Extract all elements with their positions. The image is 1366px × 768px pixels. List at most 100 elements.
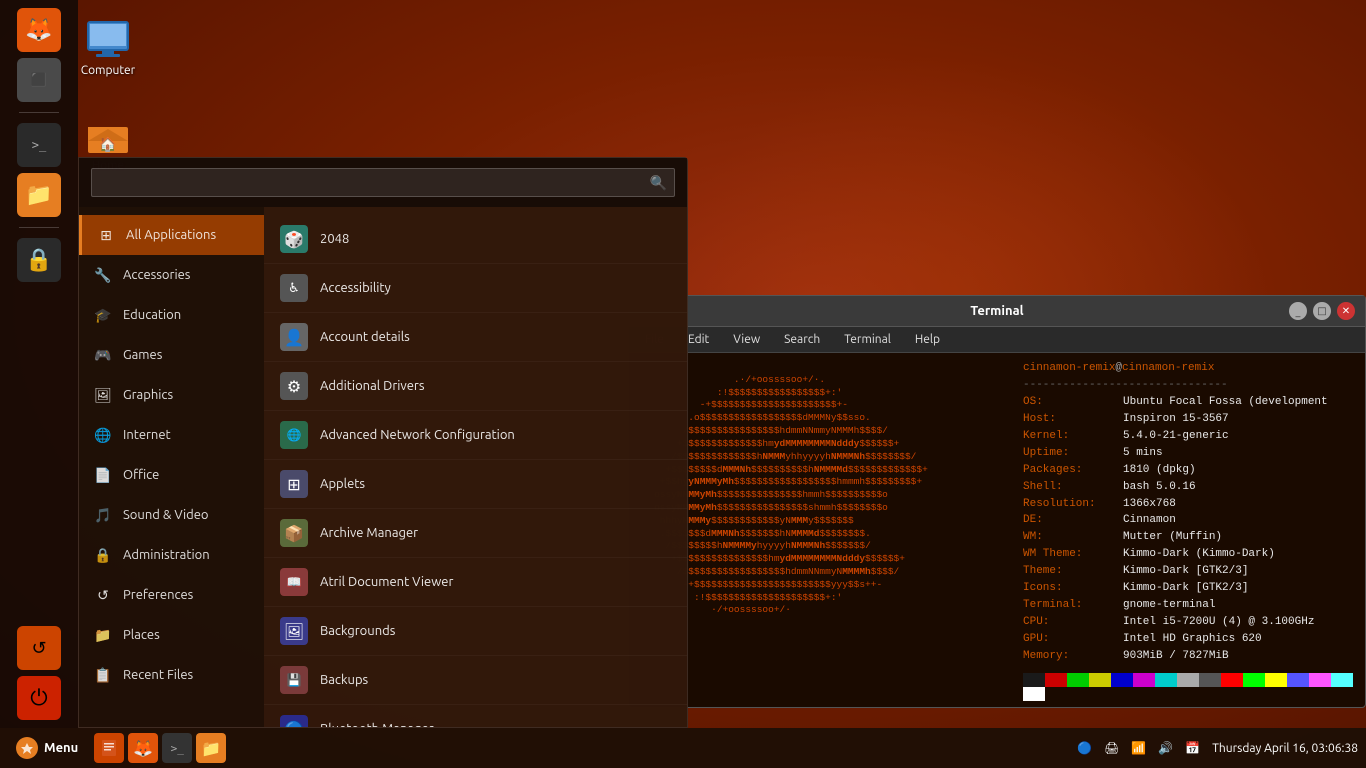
dock-files[interactable]: 📁 xyxy=(17,173,61,217)
color-bar xyxy=(1023,673,1357,701)
terminal-menu-terminal[interactable]: Terminal xyxy=(840,331,895,348)
app-label-advanced-network: Advanced Network Configuration xyxy=(320,428,515,442)
info-uptime-value: 5 mins xyxy=(1123,446,1163,462)
search-wrapper: 🔍 xyxy=(91,168,675,197)
info-host-value: Inspiron 15-3567 xyxy=(1123,412,1229,428)
app-item-applets[interactable]: ⊞ Applets xyxy=(264,460,687,509)
games-icon: 🎮 xyxy=(93,345,113,365)
places-icon: 📁 xyxy=(93,625,113,645)
app-label-bluetooth: Bluetooth Manager xyxy=(320,722,434,727)
app-item-archive-manager[interactable]: 📦 Archive Manager xyxy=(264,509,687,558)
dock-power[interactable]: ⏻ xyxy=(17,676,61,720)
app-icon-accessibility: ♿ xyxy=(280,274,308,302)
category-office-label: Office xyxy=(123,468,159,482)
category-games[interactable]: 🎮 Games xyxy=(79,335,264,375)
category-education-label: Education xyxy=(123,308,181,322)
dock-terminal[interactable]: >_ xyxy=(17,123,61,167)
computer-icon-image xyxy=(84,20,132,60)
wifi-icon: 📶 xyxy=(1131,741,1146,755)
terminal-menu-search[interactable]: Search xyxy=(780,331,824,348)
app-label-accessibility: Accessibility xyxy=(320,281,391,295)
taskbar-app-files[interactable]: 📁 xyxy=(196,733,226,763)
terminal-maximize-button[interactable]: □ xyxy=(1313,302,1331,320)
taskbar-apps: 🦊 >_ 📁 xyxy=(94,733,226,763)
category-office[interactable]: 📄 Office xyxy=(79,455,264,495)
category-sound-video[interactable]: 🎵 Sound & Video xyxy=(79,495,264,535)
dock-update[interactable]: ↺ xyxy=(17,626,61,670)
taskbar-menu-button[interactable]: Menu xyxy=(8,733,86,763)
app-item-2048[interactable]: 🎲 2048 xyxy=(264,215,687,264)
app-label-archive-manager: Archive Manager xyxy=(320,526,418,540)
app-item-backgrounds[interactable]: 🖼 Backgrounds xyxy=(264,607,687,656)
app-label-additional-drivers: Additional Drivers xyxy=(320,379,424,393)
info-os-key: OS: xyxy=(1023,395,1123,411)
info-cpu-value: Intel i5-7200U (4) @ 3.100GHz xyxy=(1123,615,1314,631)
category-accessories-label: Accessories xyxy=(123,268,190,282)
terminal-menubar: File Edit View Search Terminal Help xyxy=(629,327,1365,353)
dock-lock[interactable]: 🔒 xyxy=(17,238,61,282)
terminal-menu-help[interactable]: Help xyxy=(911,331,944,348)
category-preferences[interactable]: ↺ Preferences xyxy=(79,575,264,615)
preferences-icon: ↺ xyxy=(93,585,113,605)
terminal-menu-view[interactable]: View xyxy=(729,331,764,348)
taskbar-app-firefox[interactable]: 🦊 xyxy=(128,733,158,763)
info-wm-key: WM: xyxy=(1023,530,1123,546)
recent-files-icon: 📋 xyxy=(93,665,113,685)
taskbar-right: 🔵 🖨 📶 🔊 📅 Thursday April 16, 03:06:38 xyxy=(1077,741,1358,755)
dock-divider-2 xyxy=(19,227,59,228)
terminal-minimize-button[interactable]: _ xyxy=(1289,302,1307,320)
app-item-bluetooth[interactable]: 🔵 Bluetooth Manager xyxy=(264,705,687,727)
category-all[interactable]: ⊞ All Applications xyxy=(79,215,264,255)
menu-search-input[interactable] xyxy=(91,168,675,197)
terminal-content: .·/+oossssoo+/·. :!$$$$$$$$$$$$$$$$$+:' … xyxy=(629,353,1365,707)
info-terminal-value: gnome-terminal xyxy=(1123,598,1215,614)
svg-text:🏠: 🏠 xyxy=(99,136,116,153)
info-uptime-key: Uptime: xyxy=(1023,446,1123,462)
education-icon: 🎓 xyxy=(93,305,113,325)
app-item-additional-drivers[interactable]: ⚙ Additional Drivers xyxy=(264,362,687,411)
category-recent-files[interactable]: 📋 Recent Files xyxy=(79,655,264,695)
menu-categories: ⊞ All Applications 🔧 Accessories 🎓 Educa… xyxy=(79,207,264,727)
info-wm-theme-value: Kimmo-Dark (Kimmo-Dark) xyxy=(1123,547,1275,563)
color-swatch-1 xyxy=(1045,673,1067,687)
terminal-menu-edit[interactable]: Edit xyxy=(684,331,713,348)
app-item-accessibility[interactable]: ♿ Accessibility xyxy=(264,264,687,313)
category-internet[interactable]: 🌐 Internet xyxy=(79,415,264,455)
app-item-account-details[interactable]: 👤 Account details xyxy=(264,313,687,362)
taskbar-app-terminal[interactable]: >_ xyxy=(162,733,192,763)
side-dock: 🦊 ⬛ >_ 📁 🔒 ↺ ⏻ xyxy=(0,0,78,728)
category-accessories[interactable]: 🔧 Accessories xyxy=(79,255,264,295)
info-theme-key: Theme: xyxy=(1023,564,1123,580)
dock-firefox[interactable]: 🦊 xyxy=(17,8,61,52)
app-label-atril: Atril Document Viewer xyxy=(320,575,453,589)
menu-search-bar: 🔍 xyxy=(79,158,687,207)
info-wm-value: Mutter (Muffin) xyxy=(1123,530,1222,546)
color-swatch-10 xyxy=(1243,673,1265,687)
category-places[interactable]: 📁 Places xyxy=(79,615,264,655)
info-gpu-key: GPU: xyxy=(1023,632,1123,648)
terminal-close-button[interactable]: ✕ xyxy=(1337,302,1355,320)
category-games-label: Games xyxy=(123,348,162,362)
category-education[interactable]: 🎓 Education xyxy=(79,295,264,335)
category-graphics-label: Graphics xyxy=(123,388,173,402)
terminal-title: Terminal xyxy=(970,304,1023,318)
category-administration[interactable]: 🔒 Administration xyxy=(79,535,264,575)
desktop: Computer 🏠 Home 🦊 ⬛ >_ 📁 🔒 ↺ ⏻ xyxy=(0,0,1366,768)
category-graphics[interactable]: 🖼 Graphics xyxy=(79,375,264,415)
desktop-icon-computer[interactable]: Computer xyxy=(68,20,148,77)
app-icon-account-details: 👤 xyxy=(280,323,308,351)
taskbar-app-notepad[interactable] xyxy=(94,733,124,763)
app-item-backups[interactable]: 💾 Backups xyxy=(264,656,687,705)
color-swatch-4 xyxy=(1111,673,1133,687)
color-swatch-7 xyxy=(1177,673,1199,687)
app-item-advanced-network[interactable]: 🌐 Advanced Network Configuration xyxy=(264,411,687,460)
info-theme-value: Kimmo-Dark [GTK2/3] xyxy=(1123,564,1248,580)
dock-battery[interactable]: ⬛ xyxy=(17,58,61,102)
taskbar-datetime: Thursday April 16, 03:06:38 xyxy=(1212,742,1358,755)
color-swatch-0 xyxy=(1023,673,1045,687)
app-label-account-details: Account details xyxy=(320,330,410,344)
sound-video-icon: 🎵 xyxy=(93,505,113,525)
app-icon-2048: 🎲 xyxy=(280,225,308,253)
dock-divider-1 xyxy=(19,112,59,113)
app-item-atril[interactable]: 📖 Atril Document Viewer xyxy=(264,558,687,607)
